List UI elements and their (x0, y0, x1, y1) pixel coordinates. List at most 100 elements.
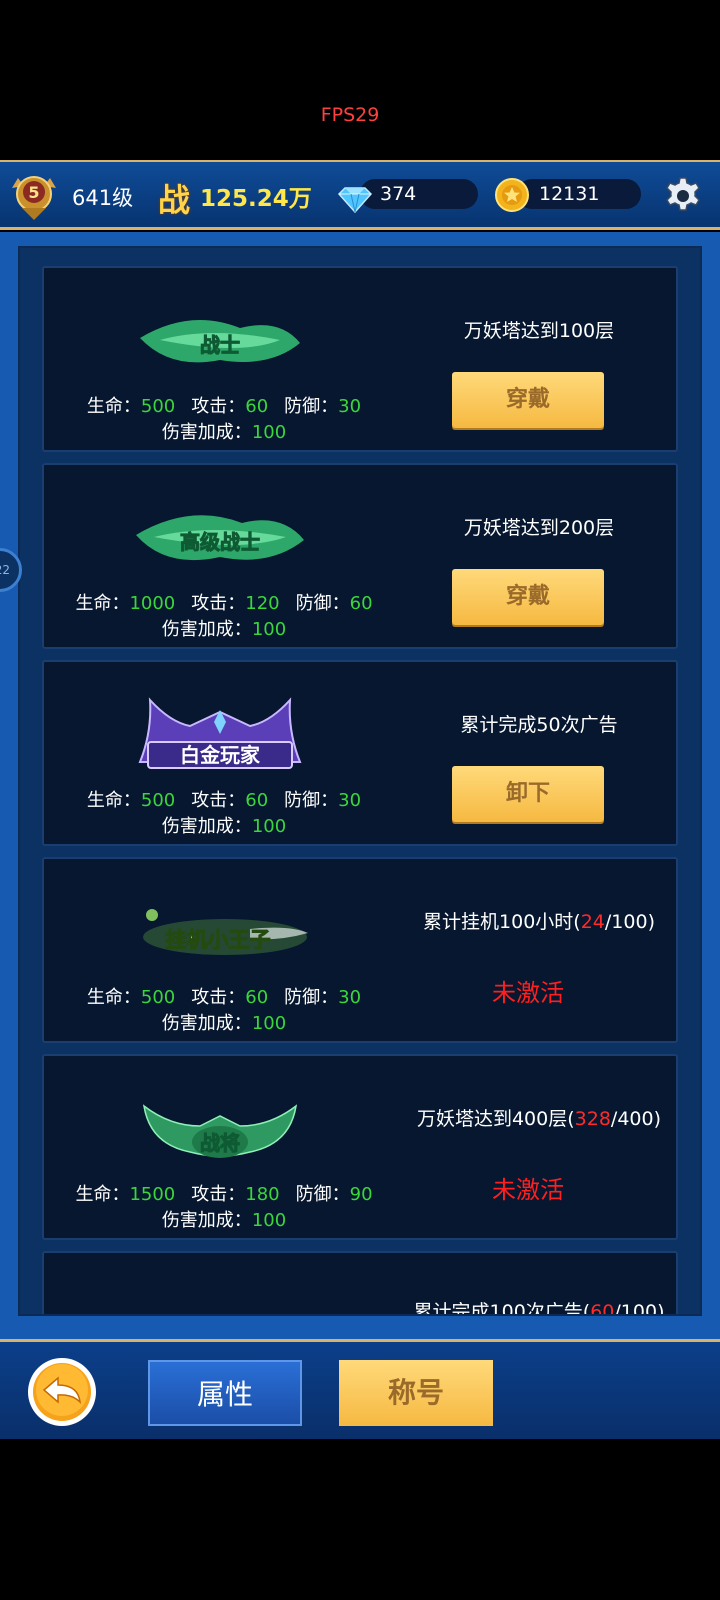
condition-text: 累计挂机100小时 (423, 911, 574, 933)
progress-current: 328 (574, 1108, 611, 1130)
idle-prince-title-emblem: 挂机小王子 (143, 909, 308, 955)
dmg-bonus-label: 伤害加成： (161, 1210, 252, 1231)
unlock-condition: 累计完成100次广告(60/100) (399, 1297, 679, 1316)
progress-current: 60 (590, 1301, 615, 1316)
dmg-bonus-label: 伤害加成： (161, 1013, 252, 1034)
tab-attributes[interactable]: 属性 (148, 1360, 302, 1426)
unlock-condition: 累计挂机100小时(24/100) (423, 911, 655, 933)
progress-total: 100 (620, 1301, 658, 1316)
unlock-condition: 万妖塔达到400层(328/400) (416, 1108, 662, 1130)
title-card-partial: 累计完成100次广告(60/100) (42, 1251, 679, 1316)
title-stats: 生命：500 攻击：60 防御：30 (44, 786, 404, 812)
atk-value: 120 (245, 593, 280, 614)
hp-value: 1500 (129, 1184, 176, 1205)
title-stats: 生命：500 攻击：60 防御：30 (44, 392, 404, 418)
def-value: 30 (338, 790, 362, 811)
atk-value: 180 (245, 1184, 280, 1205)
hp-value: 1000 (129, 593, 176, 614)
title-bonus: 伤害加成：100 (44, 615, 404, 641)
condition-text: 累计完成100次广告 (413, 1301, 583, 1316)
atk-label: 攻击： (191, 987, 246, 1008)
pink-wing-title-emblem (130, 1283, 310, 1316)
settings-gear-icon[interactable] (662, 175, 704, 217)
hp-label: 生命： (75, 1184, 130, 1205)
title-stats: 生命：1500 攻击：180 防御：90 (44, 1180, 404, 1206)
hp-value: 500 (140, 396, 176, 417)
platinum-player-title-emblem: 白金玩家 (138, 697, 302, 769)
title-list[interactable]: 战士 生命：500 攻击：60 防御：30 伤害加成：100 万妖塔达到100层 穿… (18, 246, 702, 1316)
title-stats: 生命：500 攻击：60 防御：30 (44, 983, 404, 1009)
back-arrow-icon[interactable] (26, 1356, 98, 1428)
diamond-icon (337, 187, 373, 214)
def-label: 防御： (295, 593, 350, 614)
bottom-nav-bar: 属性 称号 (0, 1339, 720, 1439)
inactive-status: 未激活 (492, 979, 564, 1007)
def-label: 防御： (295, 1184, 350, 1205)
warrior-title-emblem: 战士 (140, 320, 300, 363)
inactive-status: 未激活 (492, 1176, 564, 1204)
def-value: 30 (338, 396, 362, 417)
general-emblem-text: 战将 (200, 1131, 240, 1155)
def-label: 防御： (284, 396, 339, 417)
combat-power-value: 125.24万 (200, 186, 312, 212)
hp-label: 生命： (86, 987, 141, 1008)
dmg-bonus-value: 100 (251, 422, 287, 443)
unlock-condition: 万妖塔达到200层 (463, 517, 615, 539)
hp-label: 生命： (86, 396, 141, 417)
condition-text: 万妖塔达到400层 (416, 1108, 568, 1130)
fps-counter: FPS29 (320, 104, 380, 126)
equip-button[interactable]: 穿戴 (452, 372, 604, 428)
title-card-idle-prince: 挂机小王子 生命：500 攻击：60 防御：30 伤害加成：100 累计挂机100小… (42, 857, 678, 1043)
rank-badge-number: 5 (28, 183, 39, 202)
progress-total: 400 (617, 1108, 654, 1130)
def-label: 防御： (284, 987, 339, 1008)
title-bonus: 伤害加成：100 (44, 418, 404, 444)
rank-badge-icon[interactable]: 5 (8, 170, 60, 222)
unlock-condition: 累计完成50次广告 (460, 714, 618, 736)
dmg-bonus-label: 伤害加成： (161, 619, 252, 640)
title-stats: 生命：1000 攻击：120 防御：60 (44, 589, 404, 615)
dmg-bonus-value: 100 (251, 816, 287, 837)
idle-prince-emblem-text: 挂机小王子 (166, 927, 271, 952)
atk-value: 60 (245, 987, 269, 1008)
unequip-button[interactable]: 卸下 (452, 766, 604, 822)
top-status-bar: 5 641级 战 125.24万 374 12131 (0, 160, 720, 230)
general-title-emblem: 战将 (142, 1104, 298, 1158)
hp-label: 生命： (86, 790, 141, 811)
senior-warrior-title-emblem: 高级战士 (136, 515, 304, 561)
dmg-bonus-label: 伤害加成： (161, 422, 252, 443)
title-card-senior-warrior: 高级战士 生命：1000 攻击：120 防御：60 伤害加成：100 万妖塔达到20… (42, 463, 678, 649)
unlock-condition: 万妖塔达到100层 (463, 320, 615, 342)
dmg-bonus-value: 100 (251, 619, 287, 640)
player-level: 641级 (72, 186, 134, 210)
diamond-counter[interactable]: 374 (360, 179, 478, 209)
tab-titles[interactable]: 称号 (339, 1360, 493, 1426)
atk-label: 攻击： (191, 790, 246, 811)
dmg-bonus-value: 100 (251, 1013, 287, 1034)
def-value: 30 (338, 987, 362, 1008)
title-bonus: 伤害加成：100 (44, 812, 404, 838)
title-card-warrior: 战士 生命：500 攻击：60 防御：30 伤害加成：100 万妖塔达到100层 穿… (42, 266, 678, 452)
dmg-bonus-value: 100 (251, 1210, 287, 1231)
senior-warrior-emblem-text: 高级战士 (180, 530, 260, 554)
title-bonus: 伤害加成：100 (44, 1009, 404, 1035)
atk-label: 攻击： (191, 593, 246, 614)
progress-current: 24 (580, 911, 605, 933)
def-value: 60 (349, 593, 373, 614)
hp-value: 500 (140, 987, 176, 1008)
hp-label: 生命： (75, 593, 130, 614)
equip-button[interactable]: 穿戴 (452, 569, 604, 625)
atk-label: 攻击： (191, 1184, 246, 1205)
gold-coin-icon (495, 178, 529, 212)
title-card-platinum-player: 白金玩家 生命：500 攻击：60 防御：30 伤害加成：100 累计完成50次广告… (42, 660, 678, 846)
atk-value: 60 (245, 396, 269, 417)
diamond-amount: 374 (380, 183, 417, 205)
title-bonus: 伤害加成：100 (44, 1206, 404, 1232)
progress-total: 100 (611, 911, 648, 933)
def-value: 90 (349, 1184, 373, 1205)
title-card-general: 战将 生命：1500 攻击：180 防御：90 伤害加成：100 万妖塔达到400层… (42, 1054, 678, 1240)
coin-counter[interactable]: 12131 (517, 179, 641, 209)
hp-value: 500 (140, 790, 176, 811)
platinum-player-emblem-text: 白金玩家 (180, 743, 261, 767)
atk-value: 60 (245, 790, 269, 811)
